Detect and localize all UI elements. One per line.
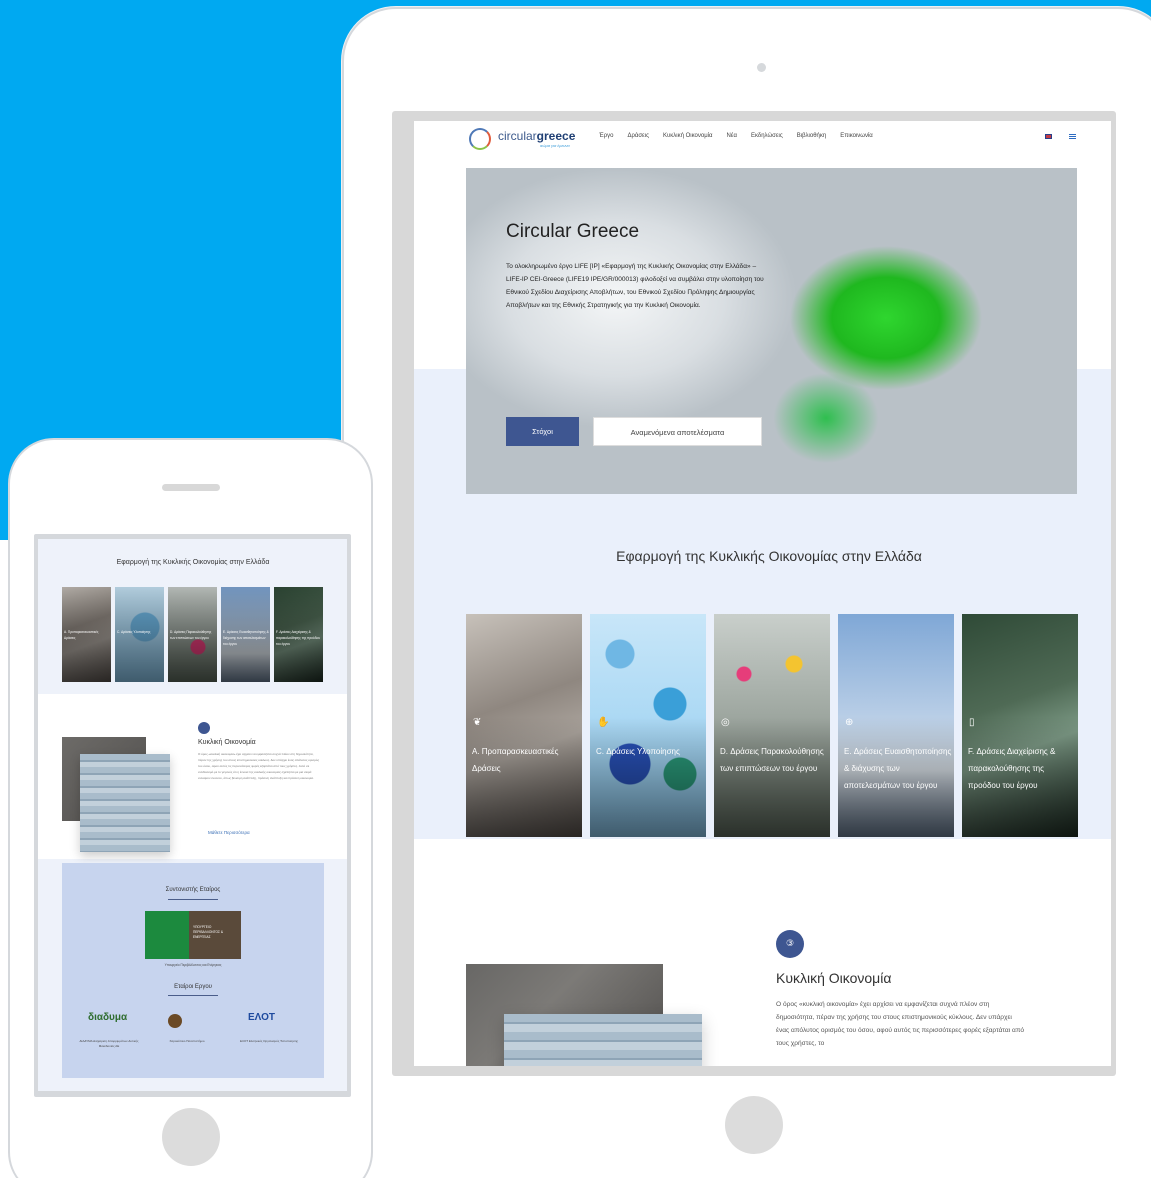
logo-icon[interactable] [469, 128, 491, 150]
wood-image-front [504, 1014, 702, 1066]
ministry-caption: Υπουργείο Περιβάλλοντος και Ενέργειας [164, 963, 222, 967]
phone-card-d[interactable]: D. Δράσεις Παρακολούθησης των επιπτώσεων… [168, 587, 217, 682]
main-nav: Έργο Δράσεις Κυκλική Οικονομία Νέα Εκδηλ… [599, 133, 873, 139]
card-label: Α. Προπαρασκευαστικές Δράσεις [64, 630, 99, 640]
learn-more-link[interactable]: Μάθετε Περισσότερα [208, 830, 250, 835]
tablet-screen: circulargreece σώμα για έρευνα Έργο Δράσ… [392, 111, 1116, 1076]
card-label: Α. Προπαρασκευαστικές Δράσεις [472, 747, 559, 773]
tablet-home-button [725, 1096, 783, 1154]
phone-circular-title: Κυκλική Οικονομία [198, 739, 256, 746]
diadyma-logo[interactable]: διαδυμα [88, 1012, 127, 1023]
phone-card-f[interactable]: F. Δράσεις Διαχείρισης & παρακολούθησης … [274, 587, 323, 682]
phone-section-title: Εφαρμογή της Κυκλικής Οικονομίας στην Ελ… [116, 559, 270, 566]
ministry-logo[interactable]: ΥΠΟΥΡΓΕΙΟ ΠΕΡΙΒΑΛΛΟΝΤΟΣ & ΕΝΕΡΓΕΙΑΣ [145, 911, 241, 959]
partners-title: Εταίροι Εργου [174, 984, 212, 990]
tablet-camera [757, 63, 766, 72]
card-label: D. Δράσεις Παρακολούθησης των επιπτώσεων… [720, 747, 824, 773]
divider [168, 995, 218, 996]
tablet-viewport: circulargreece σώμα για έρευνα Έργο Δράσ… [414, 121, 1111, 1066]
elot-logo[interactable]: ΕΛΟΤ [248, 1012, 275, 1023]
phone-device: Εφαρμογή της Κυκλικής Οικονομίας στην Ελ… [8, 438, 373, 1178]
logo-tagline: σώμα για έρευνα [540, 143, 570, 148]
phone-viewport: Εφαρμογή της Κυκλικής Οικονομίας στην Ελ… [38, 539, 347, 1091]
nav-item-circular-economy[interactable]: Κυκλική Οικονομία [663, 133, 712, 139]
partners-panel: Συντονιστής Εταίρος ΥΠΟΥΡΓΕΙΟ ΠΕΡΙΒΑΛΛΟΝ… [62, 863, 324, 1078]
phone-recycle-badge-icon [198, 722, 210, 734]
phone-screen: Εφαρμογή της Κυκλικής Οικονομίας στην Ελ… [34, 534, 351, 1097]
phone-card-c[interactable]: C. Δράσεις Υλοποίησης [115, 587, 164, 682]
partner-caption: ΕΛΟΤ Ελληνικός Οργανισμός Τυποποίησης [240, 1039, 298, 1043]
phone-card-a[interactable]: Α. Προπαρασκευαστικές Δράσεις [62, 587, 111, 682]
card-label: D. Δράσεις Παρακολούθησης των επιπτώσεων… [170, 630, 212, 640]
plant-icon: ❦ [473, 717, 482, 728]
circular-economy-title: Κυκλική Οικονομία [776, 970, 892, 986]
card-label: E. Δράσεις Ευαισθητοποίησης & διάχυσης τ… [223, 630, 269, 646]
card-label: F. Δράσεις Διαχείρισης & παρακολούθησης … [276, 630, 320, 646]
target-icon: ◎ [721, 717, 730, 728]
ministry-emblem-icon [145, 911, 189, 959]
nav-item-actions[interactable]: Δράσεις [627, 133, 649, 139]
nav-item-events[interactable]: Εκδηλώσεις [751, 133, 783, 139]
card-label: C. Δράσεις Υλοποίησης [117, 630, 151, 634]
circular-economy-text: Ο όρος «κυκλική οικονομία» έχει αρχίσει … [776, 1001, 1025, 1047]
ministry-logo-text: ΥΠΟΥΡΓΕΙΟ ΠΕΡΙΒΑΛΛΟΝΤΟΣ & ΕΝΕΡΓΕΙΑΣ [193, 925, 224, 939]
nav-item-library[interactable]: Βιβλιοθήκη [797, 133, 826, 139]
site-logo[interactable]: circulargreece [498, 129, 575, 143]
tablet-device: circulargreece σώμα για έρευνα Έργο Δράσ… [342, 7, 1151, 1178]
hand-icon: ✋ [597, 717, 610, 728]
nav-item-news[interactable]: Νέα [726, 133, 736, 139]
section-title: Εφαρμογή της Κυκλικής Οικονομίας στην Ελ… [616, 548, 922, 564]
nav-item-project[interactable]: Έργο [599, 133, 613, 139]
coordinator-title: Συντονιστής Εταίρος [165, 887, 221, 893]
goals-button[interactable]: Στόχοι [506, 417, 579, 446]
action-card-e[interactable]: ⊕ E. Δράσεις Ευαισθητοποίησης & διάχυσης… [838, 614, 954, 837]
phone-circular-text: Ο όρος «κυκλική οικονομία» έχει αρχίσει … [198, 752, 320, 780]
hero-banner: Circular Greece Το ολοκληρωμένο έργο LIF… [466, 168, 1077, 494]
action-cards: ❦ Α. Προπαρασκευαστικές Δράσεις ✋ C. Δρά… [466, 614, 1078, 837]
globe-icon: ⊕ [845, 717, 854, 728]
recycle-badge-icon: ③ [776, 930, 804, 958]
hero-title: Circular Greece [506, 221, 640, 242]
card-label: C. Δράσεις Υλοποίησης [596, 747, 680, 756]
hero-description: Το ολοκληρωμένο έργο LIFE [IP] «Εφαρμογή… [506, 263, 764, 309]
partner-caption: Χαροκόπειο Πανεπιστήμιο [169, 1039, 205, 1043]
phone-home-button [162, 1108, 220, 1166]
harokopio-logo-icon[interactable] [168, 1014, 182, 1028]
phone-action-cards: Α. Προπαρασκευαστικές Δράσεις C. Δράσεις… [62, 587, 323, 682]
card-label: E. Δράσεις Ευαισθητοποίησης & διάχυσης τ… [844, 747, 952, 790]
phone-wood-image-front [80, 754, 170, 852]
flag-greek-icon[interactable] [1069, 134, 1076, 139]
partner-caption: ΔΙΑΔΥΜΑ Διαχείριση Απορριμμάτων Δυτικής … [79, 1039, 139, 1048]
action-card-a[interactable]: ❦ Α. Προπαρασκευαστικές Δράσεις [466, 614, 582, 837]
clipboard-icon: ▯ [969, 717, 975, 728]
phone-speaker [162, 484, 220, 491]
phone-card-e[interactable]: E. Δράσεις Ευαισθητοποίησης & διάχυσης τ… [221, 587, 270, 682]
action-card-f[interactable]: ▯ F. Δράσεις Διαχείρισης & παρακολούθηση… [962, 614, 1078, 837]
action-card-c[interactable]: ✋ C. Δράσεις Υλοποίησης [590, 614, 706, 837]
card-label: F. Δράσεις Διαχείρισης & παρακολούθησης … [968, 747, 1056, 790]
expected-results-button[interactable]: Αναμενόμενα αποτελέσματα [593, 417, 762, 446]
flag-english-icon[interactable] [1045, 134, 1052, 139]
divider [168, 899, 218, 900]
nav-item-contact[interactable]: Επικοινωνία [840, 133, 873, 139]
action-card-d[interactable]: ◎ D. Δράσεις Παρακολούθησης των επιπτώσε… [714, 614, 830, 837]
site-header: circulargreece σώμα για έρευνα Έργο Δράσ… [414, 121, 1111, 153]
